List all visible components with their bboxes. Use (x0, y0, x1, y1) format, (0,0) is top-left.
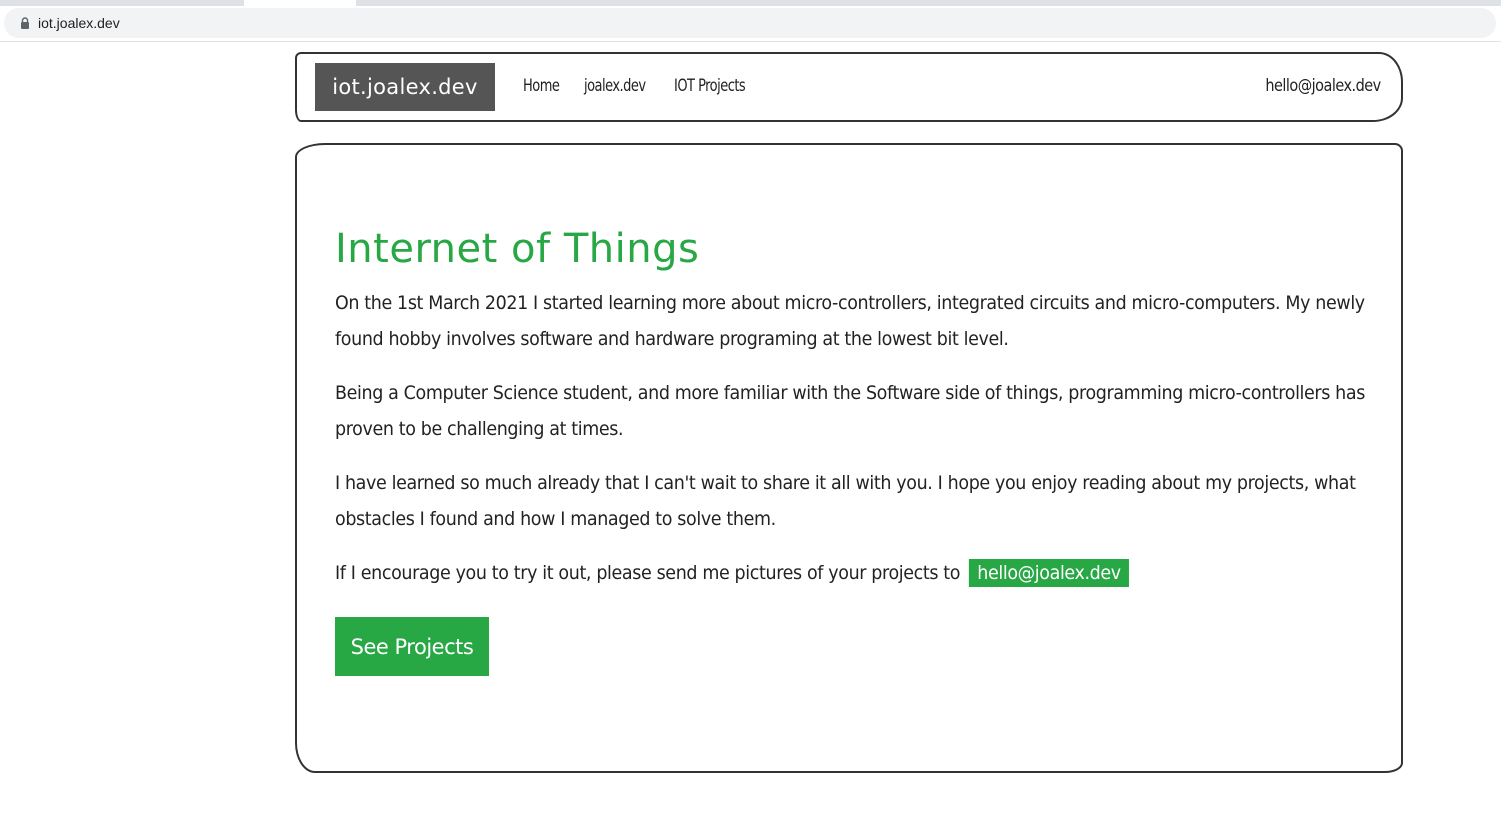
site-navbar: iot.joalex.dev Home joalex.dev IOT Proje… (295, 52, 1403, 122)
page-title: Internet of Things (335, 226, 700, 272)
nav-link-joalex[interactable]: joalex.dev (584, 76, 646, 96)
address-bar[interactable]: iot.joalex.dev (4, 8, 1496, 38)
nav-link-iot-projects[interactable]: IOT Projects (674, 76, 746, 96)
brand-logo[interactable]: iot.joalex.dev (315, 63, 495, 111)
browser-toolbar: iot.joalex.dev (0, 0, 1501, 42)
contact-text: If I encourage you to try it out, please… (335, 562, 961, 584)
lock-icon[interactable] (20, 17, 30, 29)
hero-content: Internet of Things On the 1st March 2021… (335, 223, 1375, 609)
hero-card: Internet of Things On the 1st March 2021… (295, 143, 1403, 773)
active-tab[interactable] (244, 0, 356, 6)
contact-email-link[interactable]: hello@joalex.dev (968, 559, 1130, 587)
intro-paragraph-3: I have learned so much already that I ca… (335, 472, 1356, 530)
nav-links: Home joalex.dev IOT Projects (523, 76, 758, 96)
intro-paragraph-1: On the 1st March 2021 I started learning… (335, 292, 1365, 350)
contact-paragraph: If I encourage you to try it out, please… (335, 555, 1375, 591)
url-text[interactable]: iot.joalex.dev (38, 14, 120, 32)
see-projects-button[interactable]: See Projects (335, 617, 489, 676)
nav-email-link[interactable]: hello@joalex.dev (1266, 76, 1382, 96)
nav-link-home[interactable]: Home (523, 76, 560, 96)
tab-strip (0, 0, 1501, 6)
intro-paragraph-2: Being a Computer Science student, and mo… (335, 382, 1365, 440)
